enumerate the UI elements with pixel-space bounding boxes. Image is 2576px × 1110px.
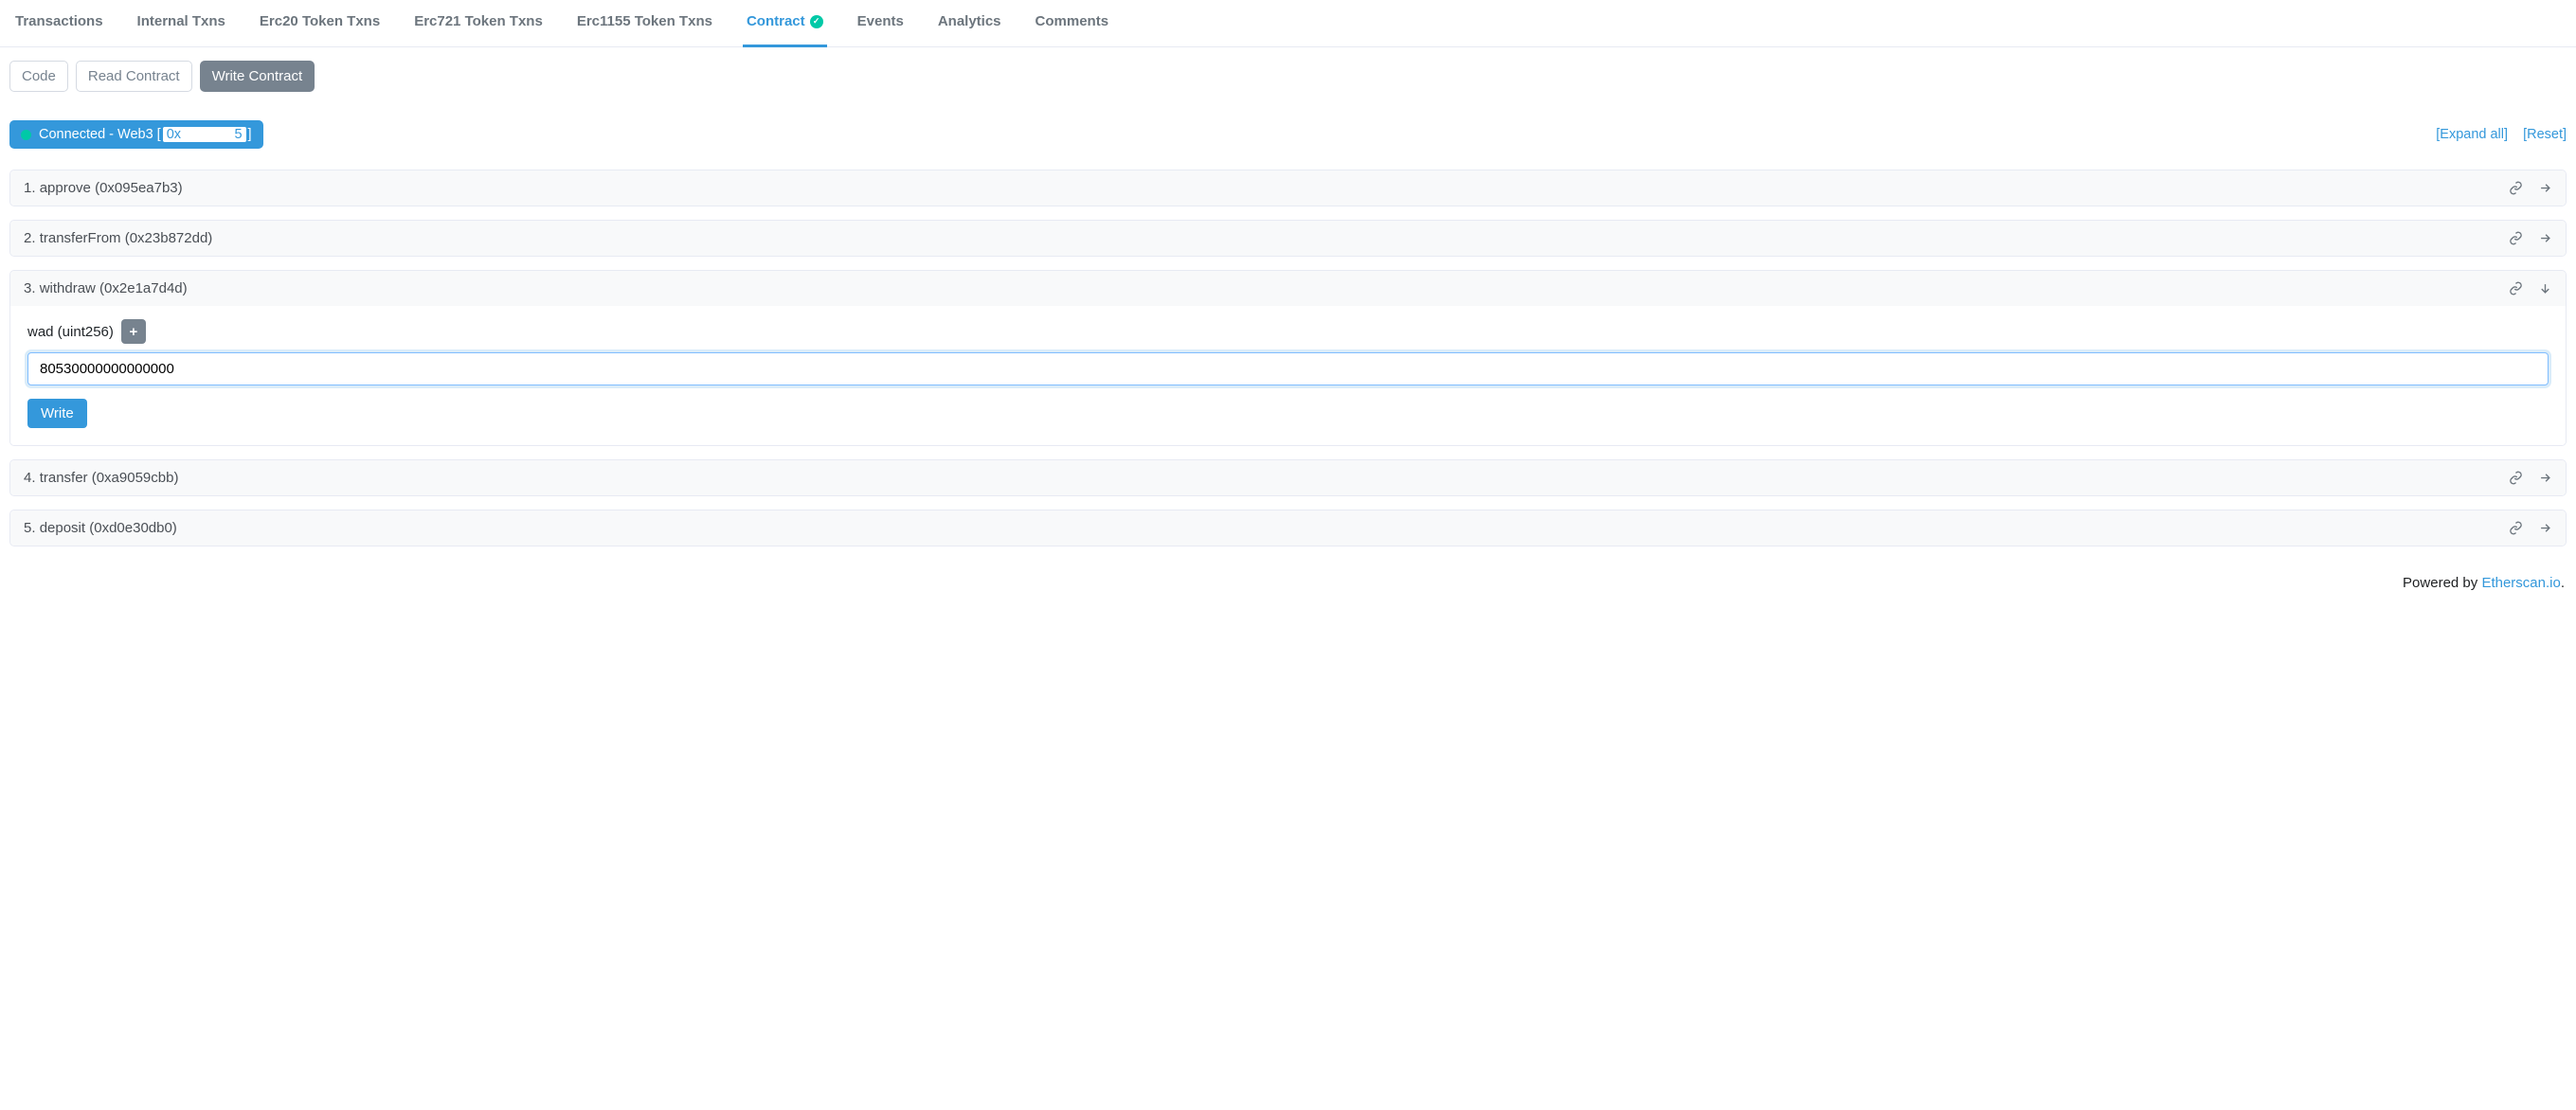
subtab-read-contract[interactable]: Read Contract <box>76 61 192 92</box>
function-card-approve: 1. approve (0x095ea7b3) <box>9 170 2567 206</box>
function-body: wad (uint256) + Write <box>10 306 2566 445</box>
tab-contract-label: Contract <box>747 13 805 29</box>
link-icon[interactable] <box>2509 181 2523 195</box>
function-card-withdraw: 3. withdraw (0x2e1a7d4d) wad (uint256) +… <box>9 270 2567 446</box>
reset-link[interactable]: [Reset] <box>2523 127 2567 142</box>
function-header[interactable]: 4. transfer (0xa9059cbb) <box>10 460 2566 495</box>
add-parameter-button[interactable]: + <box>121 319 146 344</box>
param-label-wad: wad (uint256) <box>27 324 114 340</box>
connected-address[interactable]: 0x 5 <box>163 127 246 142</box>
tab-transactions[interactable]: Transactions <box>11 0 107 47</box>
status-dot-icon <box>21 130 31 140</box>
list-actions: [Expand all] [Reset] <box>2424 127 2567 142</box>
tab-erc1155-txns[interactable]: Erc1155 Token Txns <box>573 0 716 47</box>
link-icon[interactable] <box>2509 231 2523 245</box>
tab-comments[interactable]: Comments <box>1032 0 1113 47</box>
expand-all-link[interactable]: [Expand all] <box>2436 127 2508 142</box>
contract-subtabs: Code Read Contract Write Contract <box>9 61 2567 92</box>
tab-internal-txns[interactable]: Internal Txns <box>134 0 229 47</box>
function-header[interactable]: 2. transferFrom (0x23b872dd) <box>10 221 2566 256</box>
function-card-transferfrom: 2. transferFrom (0x23b872dd) <box>9 220 2567 257</box>
function-card-transfer: 4. transfer (0xa9059cbb) <box>9 459 2567 496</box>
web3-connection-status[interactable]: Connected - Web3 [0x 5] <box>9 120 263 149</box>
etherscan-link[interactable]: Etherscan.io <box>2481 575 2560 591</box>
function-card-deposit: 5. deposit (0xd0e30db0) <box>9 510 2567 546</box>
tab-analytics[interactable]: Analytics <box>934 0 1005 47</box>
tab-erc20-txns[interactable]: Erc20 Token Txns <box>256 0 384 47</box>
connection-status-text: Connected - Web3 <box>39 127 153 142</box>
arrow-right-icon[interactable] <box>2538 521 2552 535</box>
subtab-code[interactable]: Code <box>9 61 68 92</box>
link-icon[interactable] <box>2509 471 2523 485</box>
arrow-down-icon[interactable] <box>2538 281 2552 295</box>
footer: Powered by Etherscan.io. <box>0 569 2576 604</box>
link-icon[interactable] <box>2509 521 2523 535</box>
write-button[interactable]: Write <box>27 399 87 428</box>
function-header[interactable]: 3. withdraw (0x2e1a7d4d) <box>10 271 2566 306</box>
verified-check-icon: ✓ <box>810 15 823 28</box>
nav-tabs: Transactions Internal Txns Erc20 Token T… <box>0 0 2576 47</box>
link-icon[interactable] <box>2509 281 2523 295</box>
subtab-write-contract[interactable]: Write Contract <box>200 61 315 92</box>
arrow-right-icon[interactable] <box>2538 471 2552 485</box>
tab-events[interactable]: Events <box>854 0 908 47</box>
tab-erc721-txns[interactable]: Erc721 Token Txns <box>410 0 547 47</box>
function-header[interactable]: 5. deposit (0xd0e30db0) <box>10 510 2566 546</box>
function-header[interactable]: 1. approve (0x095ea7b3) <box>10 170 2566 206</box>
wad-input[interactable] <box>27 352 2549 385</box>
tab-contract[interactable]: Contract ✓ <box>743 0 827 47</box>
arrow-right-icon[interactable] <box>2538 181 2552 195</box>
arrow-right-icon[interactable] <box>2538 231 2552 245</box>
